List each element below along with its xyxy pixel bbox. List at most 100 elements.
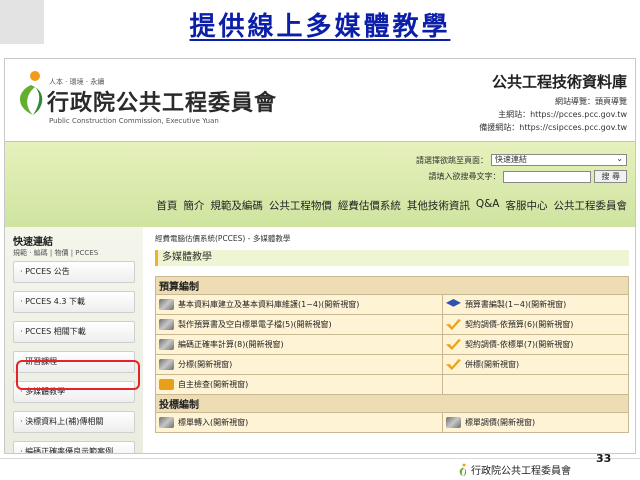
nav-prices[interactable]: 公共工程物價 <box>269 198 332 213</box>
table-row: 自主檢查(開新視窗) <box>155 374 630 395</box>
content-area: 快速連結 規範 · 編碼 | 物價 | PCCES · PCCES 公告 · P… <box>5 227 635 453</box>
jump-select-label: 請選擇欲跳至頁面： <box>416 155 488 165</box>
chevron-down-icon: ⌄ <box>616 154 623 163</box>
category-row: 投標編制 <box>155 394 629 413</box>
slide: 提供線上多媒體教學 人本 · 環境 · 永續 行政院公共工程委員會 Public… <box>0 0 640 480</box>
book-icon <box>159 417 174 428</box>
course-link-label: 契約調價-依標單(7)(開新視窗) <box>464 340 574 349</box>
course-link[interactable]: 標單轉入(開新視窗) <box>159 417 439 428</box>
book-icon <box>159 299 174 310</box>
checkmark-icon <box>445 319 461 330</box>
course-link[interactable]: 編碼正確率計算(8)(開新視窗) <box>159 339 439 350</box>
table-cell: 併標(開新視窗) <box>441 354 630 375</box>
course-link[interactable]: 併標(開新視窗) <box>445 359 625 370</box>
jump-select-value: 快速連結 <box>495 155 527 164</box>
table-cell: 製作預算書及空白標單電子檔(5)(開新視窗) <box>155 314 443 335</box>
box-icon <box>159 379 174 390</box>
footer-logo-text: 行政院公共工程委員會 <box>471 466 571 477</box>
table-cell: 標單轉入(開新視窗) <box>155 412 443 433</box>
book-icon <box>159 319 174 330</box>
search-button[interactable]: 搜 尋 <box>594 170 627 183</box>
table-cell: 標單調價(開新視窗) <box>441 412 630 433</box>
course-link-label: 分標(開新視窗) <box>178 360 233 369</box>
table-cell: 自主檢查(開新視窗) <box>155 374 443 395</box>
course-link-label: 編碼正確率計算(8)(開新視窗) <box>178 340 284 349</box>
course-link-label: 製作預算書及空白標單電子檔(5)(開新視窗) <box>178 320 332 329</box>
graduation-cap-icon <box>445 299 461 307</box>
course-link-label: 自主檢查(開新視窗) <box>178 380 249 389</box>
site-guide-link[interactable]: 網站導覽：頭頁導覽 <box>479 95 627 108</box>
course-link[interactable]: 分標(開新視窗) <box>159 359 439 370</box>
table-cell: 編碼正確率計算(8)(開新視窗) <box>155 334 443 355</box>
table-row: 基本資料庫建立及基本資料庫維護(1~4)(開新視窗) 預算書編製(1~4)(開新視… <box>155 294 630 315</box>
table-row: 標單轉入(開新視窗) 標單調價(開新視窗) <box>155 412 630 433</box>
sidebar-item-pcces-download[interactable]: · PCCES 4.3 下載 <box>13 291 135 313</box>
sidebar: 快速連結 規範 · 編碼 | 物價 | PCCES · PCCES 公告 · P… <box>5 227 143 453</box>
jump-select-row: 請選擇欲跳至頁面： 快速連結 ⌄ <box>416 154 627 166</box>
nav-intro[interactable]: 簡介 <box>183 198 204 213</box>
backup-site-link[interactable]: 備援網站：https://csipcces.pcc.gov.tw <box>479 121 627 134</box>
table-cell: 基本資料庫建立及基本資料庫維護(1~4)(開新視窗) <box>155 294 443 315</box>
table-row: 分標(開新視窗) 併標(開新視窗) <box>155 354 630 375</box>
course-link-label: 基本資料庫建立及基本資料庫維護(1~4)(開新視窗) <box>178 300 360 309</box>
table-cell: 分標(開新視窗) <box>155 354 443 375</box>
logo-english-name: Public Construction Commission, Executiv… <box>49 117 219 125</box>
highlight-annotation <box>16 360 140 390</box>
pcc-logo-icon[interactable] <box>11 69 45 117</box>
table-cell: 預算書編製(1~4)(開新視窗) <box>441 294 630 315</box>
course-link[interactable]: 製作預算書及空白標單電子檔(5)(開新視窗) <box>159 319 439 330</box>
site-header: 人本 · 環境 · 永續 行政院公共工程委員會 Public Construct… <box>5 59 635 141</box>
checkmark-icon <box>445 359 461 370</box>
nav-home[interactable]: 首頁 <box>156 198 177 213</box>
table-cell: 契約調價-依標單(7)(開新視窗) <box>441 334 630 355</box>
search-input[interactable] <box>503 170 592 183</box>
sidebar-item-related-downloads[interactable]: · PCCES 相關下載 <box>13 321 135 343</box>
course-link-label: 標單調價(開新視窗) <box>464 418 536 427</box>
footer-divider <box>0 458 640 459</box>
sidebar-item-pcces-notice[interactable]: · PCCES 公告 <box>13 261 135 283</box>
sidebar-title: 快速連結 <box>13 237 53 248</box>
nav-qa[interactable]: Q&A <box>476 198 500 213</box>
nav-other-tech[interactable]: 其他技術資訊 <box>407 198 470 213</box>
section-heading: 多媒體教學 <box>155 250 629 266</box>
breadcrumb: 經費電腦估價系統(PCCES) - 多媒體教學 <box>155 234 291 243</box>
category-row: 預算編制 <box>155 276 629 295</box>
category-heading: 投標編制 <box>155 394 629 413</box>
table-row: 製作預算書及空白標單電子檔(5)(開新視窗) 契約調價-依預算(6)(開新視窗) <box>155 314 630 335</box>
course-link[interactable]: 契約調價-依預算(6)(開新視窗) <box>445 319 625 330</box>
table-row: 編碼正確率計算(8)(開新視窗) 契約調價-依標單(7)(開新視窗) <box>155 334 630 355</box>
logo-name[interactable]: 行政院公共工程委員會 <box>47 85 277 117</box>
jump-select[interactable]: 快速連結 ⌄ <box>491 154 627 166</box>
table-cell <box>441 374 630 395</box>
main-panel: 經費電腦估價系統(PCCES) - 多媒體教學 多媒體教學 預算編制 基本資料庫建… <box>143 227 635 453</box>
course-link[interactable]: 標單調價(開新視窗) <box>445 417 625 428</box>
main-nav: 首頁 簡介 規範及編碼 公共工程物價 經費估價系統 其他技術資訊 Q&A 客服中… <box>156 198 627 213</box>
main-site-link[interactable]: 主網站：https://pcces.pcc.gov.tw <box>479 108 627 121</box>
slide-title: 提供線上多媒體教學 <box>189 12 451 42</box>
course-link[interactable]: 預算書編製(1~4)(開新視窗) <box>445 299 625 310</box>
book-icon <box>445 417 461 428</box>
book-icon <box>159 359 174 370</box>
site-links: 網站導覽：頭頁導覽 主網站：https://pcces.pcc.gov.tw 備… <box>479 95 627 134</box>
nav-service-center[interactable]: 客服中心 <box>506 198 548 213</box>
course-link[interactable]: 基本資料庫建立及基本資料庫維護(1~4)(開新視窗) <box>159 299 439 310</box>
table-cell: 契約調價-依預算(6)(開新視窗) <box>441 314 630 335</box>
database-title: 公共工程技術資料庫 <box>491 73 627 91</box>
sidebar-item-award-upload[interactable]: · 決標資料上(補)傳相關 <box>13 411 135 433</box>
course-link-label: 預算書編製(1~4)(開新視窗) <box>464 300 567 309</box>
nav-estimation-system[interactable]: 經費估價系統 <box>338 198 401 213</box>
page-number: 33 <box>596 452 612 465</box>
course-link[interactable]: 自主檢查(開新視窗) <box>159 379 439 390</box>
search-label: 請填入欲搜尋文字： <box>428 172 501 181</box>
course-link-label: 標單轉入(開新視窗) <box>178 418 249 427</box>
course-link[interactable]: 契約調價-依標單(7)(開新視窗) <box>445 339 625 350</box>
search-row: 請填入欲搜尋文字： 搜 尋 <box>428 170 627 183</box>
category-heading: 預算編制 <box>155 276 629 295</box>
sidebar-item-coding-examples[interactable]: · 編碼正確率優良示範案例 <box>13 441 135 453</box>
checkmark-icon <box>445 339 461 350</box>
pcc-logo-icon <box>459 463 467 476</box>
nav-specs-codes[interactable]: 規範及編碼 <box>210 198 263 213</box>
website-screenshot: 人本 · 環境 · 永續 行政院公共工程委員會 Public Construct… <box>4 58 636 454</box>
footer-logo: 行政院公共工程委員會 <box>456 462 571 477</box>
nav-pcc[interactable]: 公共工程委員會 <box>554 198 628 213</box>
